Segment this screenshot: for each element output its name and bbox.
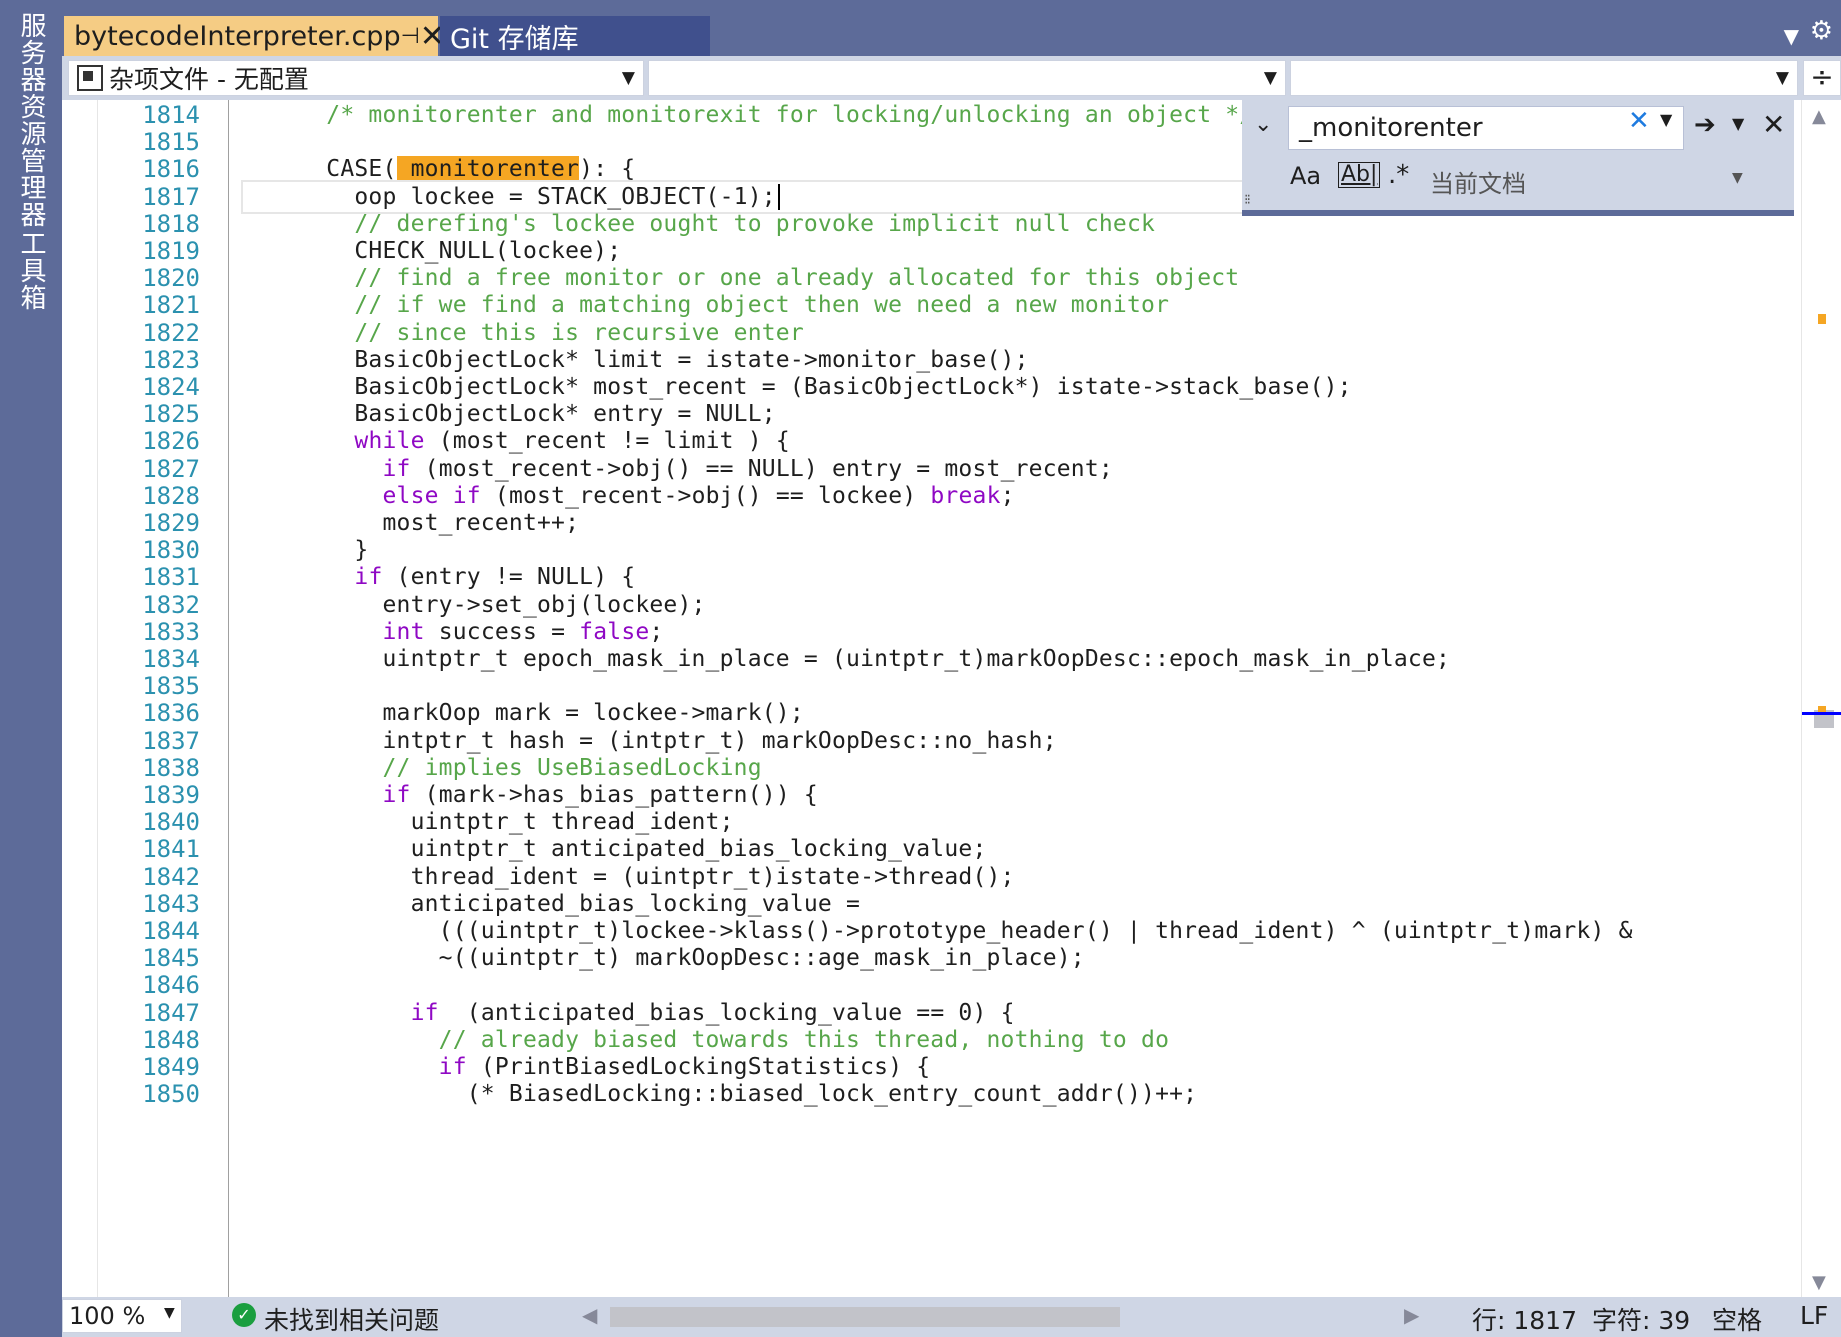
match-case-toggle[interactable]: Aa <box>1290 162 1321 190</box>
line-ending-indicator[interactable]: LF <box>1800 1301 1828 1330</box>
find-next-icon[interactable]: ➔ <box>1694 110 1716 140</box>
toolbox-tab[interactable]: 工具箱 <box>14 230 48 311</box>
outline-margin <box>228 100 229 1297</box>
code-editor[interactable]: 1814 1815 1816 1817 1818 1819 1820 1821 1822 1823… <box>62 100 1801 1297</box>
scroll-right-icon[interactable]: ▶ <box>1404 1303 1419 1327</box>
scope-dropdown[interactable]: ▼ <box>648 60 1286 96</box>
member-dropdown[interactable]: ▼ <box>1290 60 1798 96</box>
tab-git-repository[interactable]: Git 存储库 <box>440 16 710 56</box>
find-input[interactable]: _monitorenter <box>1288 106 1684 150</box>
document-tab-bar: bytecodeInterpreter.cpp ⊣ ✕ Git 存储库 ▼ ⚙ <box>62 0 1841 56</box>
code-line[interactable]: /* monitorenter and monitorexit for lock… <box>242 100 1253 131</box>
resize-grip-icon[interactable]: ⁝⁝ <box>1244 192 1251 208</box>
find-options-dropdown-icon[interactable]: ▼ <box>1732 114 1744 133</box>
close-icon[interactable]: ✕ <box>1762 108 1785 141</box>
navigation-bar: 杂项文件 - 无配置 ▼ ▼ ▼ ÷ <box>62 56 1841 100</box>
chevron-down-icon: ▼ <box>1263 68 1277 88</box>
check-icon: ✓ <box>232 1303 256 1327</box>
project-dropdown[interactable]: 杂项文件 - 无配置 ▼ <box>68 60 644 96</box>
search-history-icon[interactable]: ▼ <box>1660 110 1672 129</box>
caret-position-marker <box>1802 712 1841 715</box>
server-explorer-tab[interactable]: 服务器资源管理器 <box>14 12 48 228</box>
clear-search-icon[interactable]: ✕ <box>1628 106 1650 136</box>
match-whole-word-toggle[interactable]: Ab| <box>1338 162 1381 188</box>
search-scope-dropdown[interactable]: 当前文档 <box>1430 164 1526 199</box>
scroll-down-icon[interactable]: ▼ <box>1812 1272 1826 1293</box>
line-number-gutter: 1814 1815 1816 1817 1818 1819 1820 1821 1822 1823… <box>98 100 258 1297</box>
chevron-down-icon: ▼ <box>621 68 635 88</box>
chevron-down-icon[interactable]: ▼ <box>164 1305 175 1321</box>
indentation-indicator[interactable]: 空格 <box>1712 1301 1762 1337</box>
find-widget: ⌄ _monitorenter ✕ ▼ ➔ ▼ ✕ ⁝⁝ Aa Ab| .* 当… <box>1242 100 1794 216</box>
toggle-replace-icon[interactable]: ⌄ <box>1254 112 1272 137</box>
chevron-down-icon: ▼ <box>1775 68 1789 88</box>
project-dropdown-label: 杂项文件 - 无配置 <box>109 65 309 94</box>
line-indicator[interactable]: 行: 1817 <box>1472 1301 1577 1337</box>
line-number: 1850 <box>142 1080 200 1109</box>
horizontal-scrollbar-thumb[interactable] <box>610 1307 1120 1327</box>
misc-files-icon <box>77 65 103 91</box>
tab-label: bytecodeInterpreter.cpp <box>74 20 401 52</box>
tab-bytecode-interpreter[interactable]: bytecodeInterpreter.cpp ⊣ ✕ <box>64 16 445 56</box>
text-caret <box>777 184 780 211</box>
scroll-up-icon[interactable]: ▲ <box>1812 106 1826 127</box>
column-indicator[interactable]: 字符: 39 <box>1592 1301 1690 1337</box>
gear-icon[interactable]: ⚙ <box>1810 16 1833 46</box>
vertical-scrollbar[interactable]: ▲ ▼ <box>1801 100 1841 1297</box>
chevron-down-icon[interactable]: ▼ <box>1732 170 1743 186</box>
tab-list-dropdown-icon[interactable]: ▼ <box>1784 24 1799 48</box>
regex-toggle[interactable]: .* <box>1388 160 1409 190</box>
editor-status-bar: 100 % ▼ ✓ 未找到相关问题 ◀ ▶ 行: 1817 字符: 39 空格 … <box>62 1297 1841 1337</box>
split-window-icon[interactable]: ÷ <box>1803 60 1841 96</box>
ide-window: 服务器资源管理器 工具箱 bytecodeInterpreter.cpp ⊣ ✕… <box>0 0 1841 1337</box>
indicator-margin[interactable] <box>62 100 98 1297</box>
code-area[interactable]: /* monitorenter and monitorexit for lock… <box>241 100 1783 1297</box>
scroll-left-icon[interactable]: ◀ <box>582 1303 597 1327</box>
pin-icon[interactable]: ⊣ <box>401 24 420 49</box>
code-line[interactable]: uintptr_t epoch_mask_in_place = (uintptr… <box>242 643 1450 675</box>
search-match-highlight: _monitorenter <box>396 156 580 183</box>
issues-status[interactable]: 未找到相关问题 <box>264 1301 439 1337</box>
search-result-marker <box>1818 314 1826 324</box>
code-line[interactable]: ~((uintptr_t) markOopDesc::age_mask_in_p… <box>242 942 1085 974</box>
side-dock: 服务器资源管理器 工具箱 <box>0 0 62 1337</box>
code-line[interactable]: (* BiasedLocking::biased_lock_entry_coun… <box>242 1078 1197 1110</box>
